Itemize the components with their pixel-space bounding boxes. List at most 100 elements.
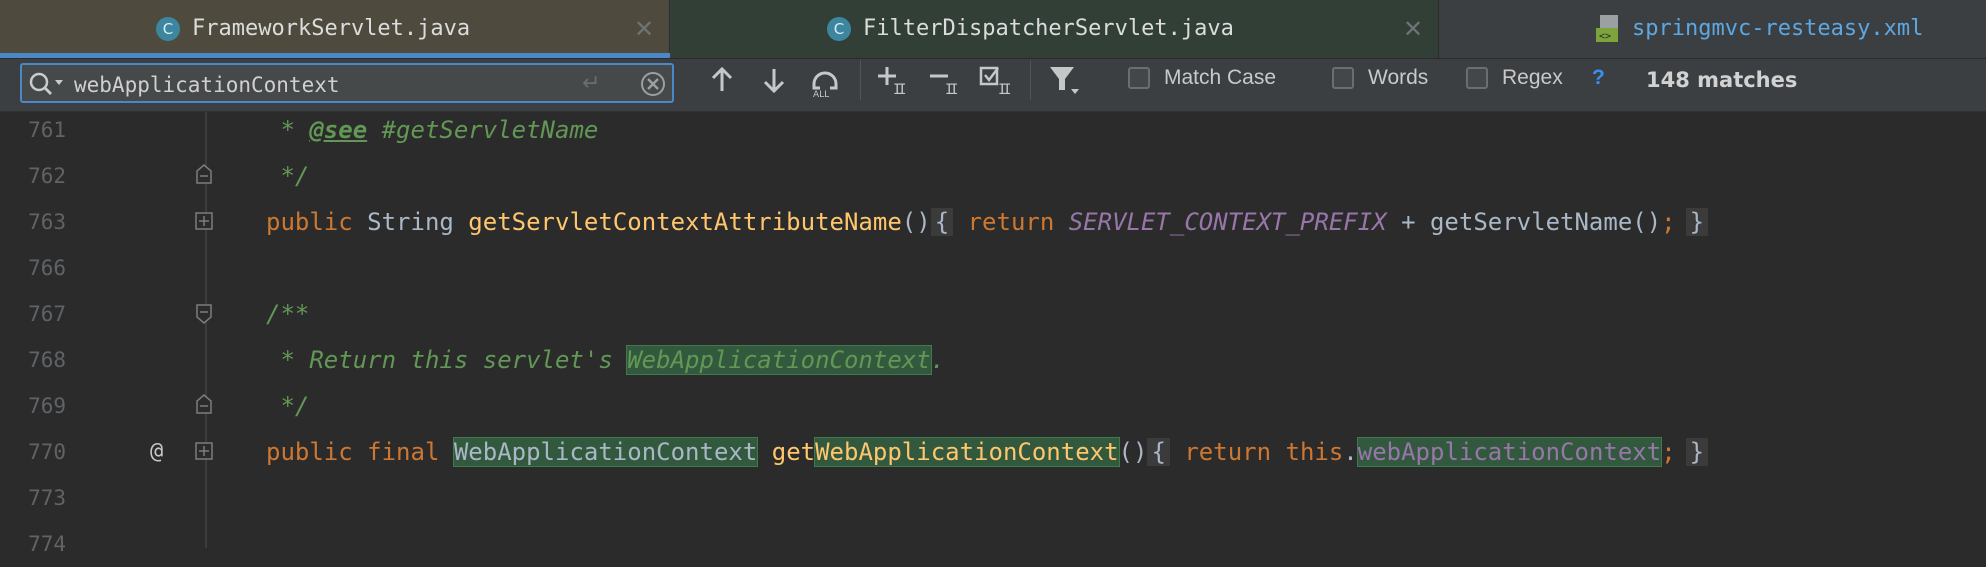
match-count: 148 matches (1646, 68, 1798, 92)
fold-start-icon[interactable] (195, 303, 213, 329)
comment-text: /** (266, 300, 310, 328)
unselect-occurrence-button[interactable]: II (924, 60, 964, 100)
folded-brace[interactable]: } (1685, 208, 1709, 236)
svg-text:<>: <> (1599, 31, 1611, 42)
fold-end-icon[interactable] (195, 163, 213, 189)
toolbar-separator (860, 60, 861, 100)
checkbox-label: Match Case (1164, 66, 1277, 89)
code-line: 768 * Return this servlet's WebApplicati… (0, 337, 1986, 383)
comment-text: */ (266, 392, 310, 420)
keyword: return (1169, 438, 1286, 466)
keyword: final (367, 438, 440, 466)
line-number: 763 (28, 210, 66, 234)
code-line: 762 */ (0, 153, 1986, 199)
previous-occurrence-button[interactable] (702, 60, 742, 100)
tab-label: FilterDispatcherServlet.java (863, 16, 1234, 41)
clear-search-icon[interactable] (640, 71, 666, 101)
code-line: 761 * @see #getServletName (0, 107, 1986, 153)
add-selection-next-occurrence-button[interactable]: II (872, 60, 912, 100)
fold-expand-icon[interactable] (195, 442, 213, 464)
keyword: return (953, 208, 1069, 236)
line-number: 770 (28, 440, 66, 464)
parens: () (1118, 438, 1148, 466)
checkbox-box[interactable] (1332, 67, 1354, 89)
keyword: public (266, 208, 353, 236)
keyword: this (1285, 438, 1344, 466)
search-match-highlight: WebApplicationContext (626, 345, 932, 375)
comment-text: . (930, 346, 946, 374)
dot: . (1343, 438, 1358, 466)
svg-text:ALL: ALL (813, 90, 829, 98)
code-text: * Return this servlet's WebApplicationCo… (266, 337, 945, 383)
new-line-icon[interactable]: ↵ (582, 71, 600, 96)
comment-text: * (266, 116, 310, 144)
semicolon: ; (1661, 208, 1676, 236)
expression: + getServletName() (1386, 208, 1662, 236)
line-number: 768 (28, 348, 66, 372)
search-field[interactable]: ↵ (20, 63, 674, 103)
line-number: 769 (28, 394, 66, 418)
search-history-icon[interactable] (28, 71, 66, 101)
code-text: public String getServletContextAttribute… (266, 199, 1709, 245)
tab-springmvc-resteasy-xml[interactable]: <> springmvc-resteasy.xml (1440, 0, 1986, 58)
class-icon: C (156, 17, 180, 41)
search-match-highlight: WebApplicationContext (452, 437, 759, 467)
search-match-highlight: WebApplicationContext (814, 437, 1120, 467)
checkbox-label: Regex (1502, 66, 1563, 89)
code-text: * @see #getServletName (266, 107, 598, 153)
tab-frameworkservlet[interactable]: C FrameworkServlet.java ✕ (0, 0, 670, 58)
svg-text:I: I (1003, 82, 1011, 97)
line-number: 761 (28, 118, 66, 142)
svg-text:I: I (950, 82, 958, 97)
class-icon: C (827, 17, 851, 41)
line-number: 774 (28, 532, 66, 556)
code-line: 774 (0, 521, 1986, 567)
override-annotation-icon[interactable]: @ (150, 429, 163, 475)
filter-icon[interactable] (1044, 60, 1084, 100)
xml-file-icon: <> (1596, 14, 1622, 42)
comment-text: */ (266, 162, 310, 190)
folded-brace[interactable]: } (1685, 438, 1709, 466)
code-line: 773 (0, 475, 1986, 521)
checkbox-box[interactable] (1466, 67, 1488, 89)
javadoc-tag: @see (309, 116, 368, 144)
parens: () (901, 208, 931, 236)
line-number: 766 (28, 256, 66, 280)
fold-end-icon[interactable] (195, 393, 213, 419)
words-checkbox[interactable]: Words (1332, 66, 1428, 90)
tab-label: FrameworkServlet.java (192, 16, 471, 41)
folded-brace[interactable]: { (1147, 438, 1170, 466)
checkbox-label: Words (1368, 66, 1429, 89)
match-case-checkbox[interactable]: Match Case (1128, 66, 1276, 90)
type-name: String (352, 208, 469, 236)
constant: SERVLET_CONTEXT_PREFIX (1068, 208, 1387, 236)
search-input[interactable] (72, 71, 596, 99)
tab-label: springmvc-resteasy.xml (1632, 16, 1924, 41)
next-occurrence-button[interactable] (754, 60, 794, 100)
tab-filterdispatcherservlet[interactable]: C FilterDispatcherServlet.java ✕ (671, 0, 1439, 58)
active-tab-indicator (0, 53, 670, 58)
svg-text:I: I (898, 82, 906, 97)
method-name: get (771, 438, 816, 466)
fold-expand-icon[interactable] (195, 212, 213, 234)
toolbar-separator (1030, 60, 1031, 100)
code-text: public final WebApplicationContext getWe… (266, 429, 1709, 475)
keyword: public (266, 438, 353, 466)
find-all-occurrences-button[interactable]: ALL (806, 60, 846, 100)
line-number: 767 (28, 302, 66, 326)
code-line: 767 /** (0, 291, 1986, 337)
comment-text: * Return this servlet's (266, 346, 628, 374)
semicolon: ; (1661, 438, 1676, 466)
checkbox-box[interactable] (1128, 67, 1150, 89)
select-all-occurrences-button[interactable]: II (976, 60, 1016, 100)
code-line: 769 */ (0, 383, 1986, 429)
line-number: 762 (28, 164, 66, 188)
folded-brace[interactable]: { (930, 208, 954, 236)
code-line: 770 @ public final WebApplicationContext… (0, 429, 1986, 475)
method-name: getServletContextAttributeName (468, 208, 902, 236)
regex-help-link[interactable]: ? (1592, 66, 1605, 90)
line-number: 773 (28, 486, 66, 510)
close-icon[interactable]: ✕ (634, 15, 654, 43)
close-icon[interactable]: ✕ (1403, 15, 1423, 43)
regex-checkbox[interactable]: Regex (1466, 66, 1563, 90)
